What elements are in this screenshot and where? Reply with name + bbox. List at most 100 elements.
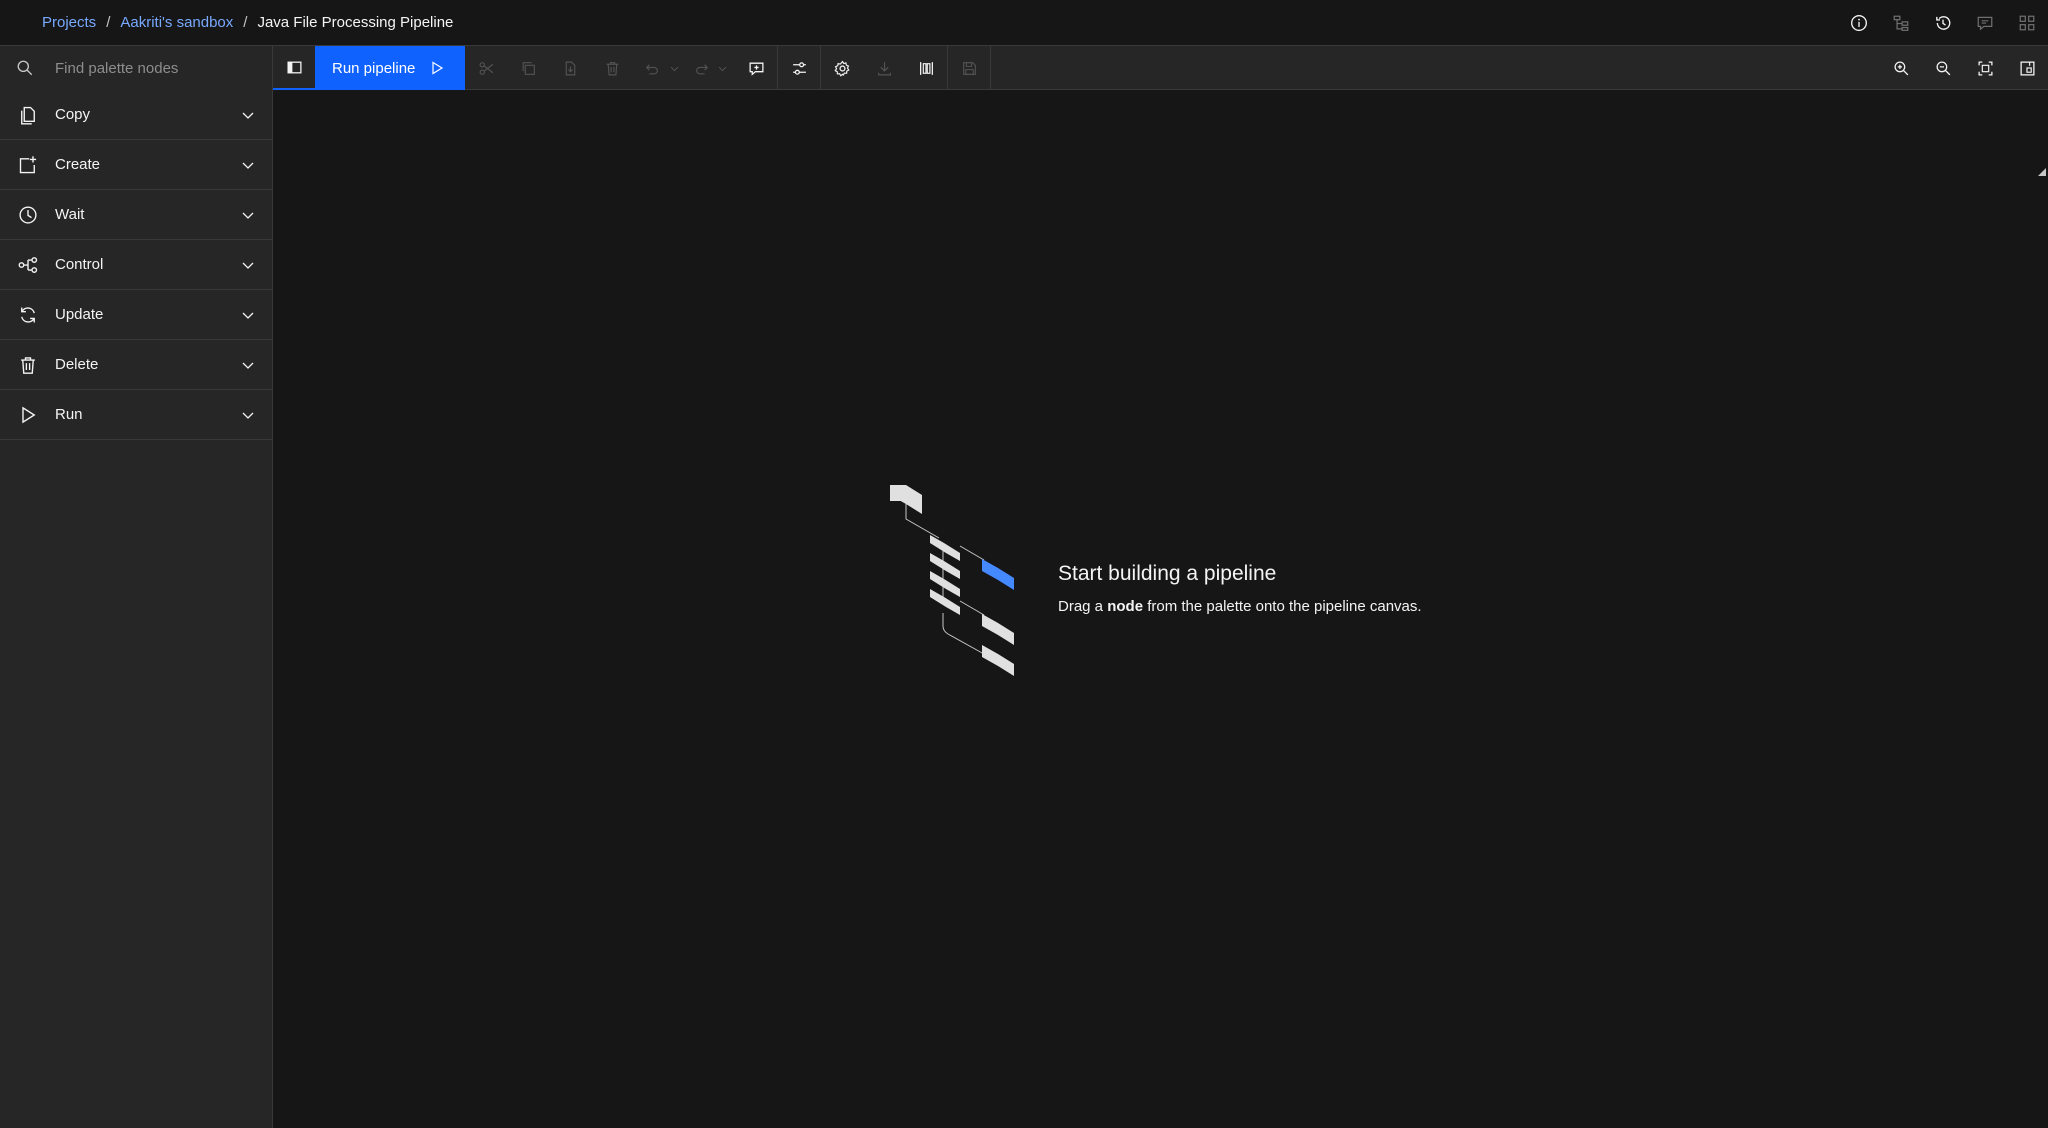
zoom-controls: [1880, 46, 2048, 90]
redo-button[interactable]: [687, 46, 717, 90]
palette-category-update[interactable]: Update: [0, 290, 272, 340]
header-actions: [1838, 0, 2048, 46]
zoom-in-icon: [1893, 60, 1908, 75]
zoom-in-button[interactable]: [1880, 46, 1922, 90]
clock-icon: [17, 204, 39, 226]
chevron-down-icon: [670, 66, 679, 71]
palette-category-label: Copy: [55, 106, 91, 123]
apps-button[interactable]: [2006, 0, 2048, 46]
undo-history-dropdown[interactable]: [669, 46, 687, 90]
fit-to-screen-button[interactable]: [1964, 46, 2006, 90]
save-icon: [962, 61, 976, 75]
app-header: Projects / Aakriti's sandbox / Java File…: [0, 0, 2048, 46]
chat-icon: [1977, 16, 1993, 31]
tree-structure-icon: [1893, 15, 1909, 31]
breadcrumb: Projects / Aakriti's sandbox / Java File…: [42, 14, 453, 31]
arrange-layout-button[interactable]: [905, 46, 947, 90]
pipeline-settings-button[interactable]: [778, 46, 820, 90]
palette-category-wait[interactable]: Wait: [0, 190, 272, 240]
export-button[interactable]: [863, 46, 905, 90]
toggle-palette-button[interactable]: [273, 46, 315, 90]
chevron-down-icon: [242, 112, 254, 119]
breadcrumb-current-page: Java File Processing Pipeline: [257, 14, 454, 31]
breadcrumb-separator: /: [106, 14, 111, 31]
palette-category-run[interactable]: Run: [0, 390, 272, 440]
info-button[interactable]: [1838, 0, 1880, 46]
paste-button[interactable]: [549, 46, 591, 90]
chevron-down-icon: [242, 262, 254, 269]
download-icon: [877, 61, 891, 75]
sliders-icon: [792, 61, 806, 75]
delete-button[interactable]: [591, 46, 633, 90]
apps-grid-icon: [2019, 15, 2035, 31]
trash-icon: [17, 354, 39, 376]
history-icon: [1936, 16, 1951, 30]
undo-button[interactable]: [633, 46, 669, 90]
palette-category-control[interactable]: Control: [0, 240, 272, 290]
minimap-icon: [2019, 60, 2035, 76]
tree-view-button[interactable]: [1880, 0, 1922, 46]
palette-category-copy[interactable]: Copy: [0, 90, 272, 140]
copy-button[interactable]: [507, 46, 549, 90]
minimap-toggle-button[interactable]: [2006, 46, 2048, 90]
canvas-toolbar: Run pipeline: [0, 46, 2048, 90]
add-comment-icon: [748, 62, 764, 76]
copy-icon: [522, 61, 535, 75]
breadcrumb-separator: /: [243, 14, 248, 31]
undo-icon: [645, 63, 658, 74]
trash-icon: [606, 61, 618, 75]
palette-category-label: Update: [55, 306, 104, 323]
fit-to-screen-icon: [1977, 60, 1993, 76]
copy-icon: [17, 104, 39, 126]
play-icon: [432, 61, 444, 75]
redo-history-dropdown[interactable]: [717, 46, 735, 90]
save-button[interactable]: [948, 46, 990, 90]
chevron-down-icon: [242, 362, 254, 369]
chevron-down-icon: [242, 162, 254, 169]
pipeline-illustration: [890, 485, 1014, 676]
pipeline-canvas[interactable]: Start building a pipeline Drag a node fr…: [274, 90, 2048, 1128]
search-icon: [16, 59, 38, 77]
add-document-icon: [17, 154, 39, 176]
search-input[interactable]: [55, 59, 255, 77]
chevron-down-icon: [242, 312, 254, 319]
run-pipeline-label: Run pipeline: [332, 59, 416, 77]
paste-icon: [565, 61, 575, 75]
run-pipeline-button[interactable]: Run pipeline: [315, 46, 465, 90]
history-button[interactable]: [1922, 0, 1964, 46]
empty-state-desc-pre: Drag a: [1058, 598, 1108, 615]
palette-category-label: Control: [55, 256, 104, 273]
align-icon: [919, 61, 933, 75]
info-icon: [1851, 15, 1867, 31]
chevron-down-icon: [718, 66, 727, 71]
add-comment-button[interactable]: [735, 46, 777, 90]
zoom-out-icon: [1935, 60, 1950, 75]
node-palette: Copy Create Wait Control Update Delete R…: [0, 90, 273, 1128]
breadcrumb-sandbox-link[interactable]: Aakriti's sandbox: [120, 14, 233, 31]
flow-icon: [17, 254, 39, 276]
palette-category-label: Run: [55, 406, 83, 423]
palette-category-label: Create: [55, 156, 101, 173]
empty-state-desc-bold: node: [1107, 598, 1144, 615]
zoom-out-button[interactable]: [1922, 46, 1964, 90]
side-panel-icon: [286, 61, 302, 73]
comments-button[interactable]: [1964, 0, 2006, 46]
resize-corner-icon: [2038, 168, 2046, 176]
chevron-down-icon: [242, 412, 254, 419]
empty-state-title: Start building a pipeline: [1058, 562, 1277, 585]
chevron-down-icon: [242, 212, 254, 219]
play-icon: [17, 404, 39, 426]
refresh-icon: [17, 304, 39, 326]
empty-state-description: Drag a node from the palette onto the pi…: [1058, 598, 1422, 615]
palette-category-label: Delete: [55, 356, 99, 373]
gear-icon: [833, 60, 850, 77]
redo-icon: [695, 63, 708, 74]
cut-button[interactable]: [465, 46, 507, 90]
settings-button[interactable]: [821, 46, 863, 90]
palette-search: [0, 46, 273, 90]
empty-state-desc-post: from the palette onto the pipeline canva…: [1143, 598, 1422, 615]
palette-category-create[interactable]: Create: [0, 140, 272, 190]
breadcrumb-projects-link[interactable]: Projects: [42, 14, 96, 31]
cut-icon: [479, 61, 493, 75]
palette-category-delete[interactable]: Delete: [0, 340, 272, 390]
